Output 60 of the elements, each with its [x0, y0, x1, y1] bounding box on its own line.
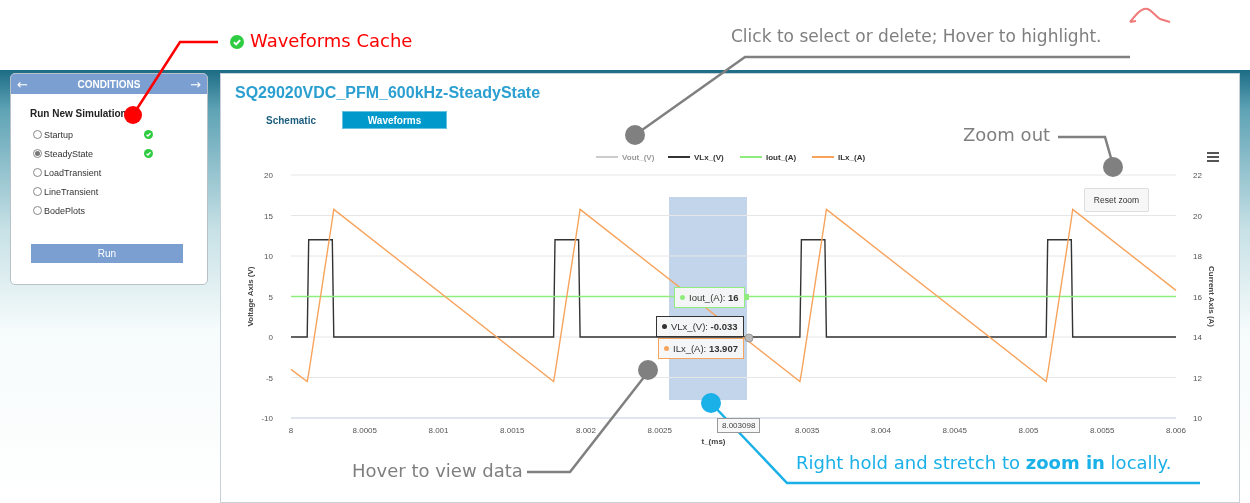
axis-tick-label: 8.005: [1018, 426, 1039, 435]
page-title: SQ29020VDC_PFM_600kHz-SteadyState: [234, 83, 542, 103]
legend-label: ILx_(A): [838, 153, 866, 162]
axis-tick-label: 16: [1193, 292, 1202, 302]
axis-tick-label: 22: [1193, 171, 1202, 180]
radio-option[interactable]: LoadTransient: [33, 167, 102, 178]
axis-tick-label: 8: [288, 426, 294, 435]
legend-item[interactable]: VLx_(V): [667, 153, 724, 162]
menu-icon[interactable]: [1207, 152, 1219, 162]
axis-tick-label: -5: [265, 373, 273, 383]
radio-option[interactable]: SteadyState: [33, 148, 94, 159]
axis-tick-label: 8.0005: [352, 426, 377, 435]
section-heading: Run New Simulation: [30, 108, 128, 119]
axis-tick-label: 8.001: [428, 426, 449, 435]
axis-tick-label: 8.0015: [500, 426, 525, 435]
panel-title: CONDITIONS: [77, 78, 141, 90]
callout-text: Zoom out: [963, 124, 1051, 145]
axis-tick-label: 15: [264, 211, 273, 221]
legend-label: VLx_(V): [694, 153, 725, 162]
axis-tick-label: 20: [264, 171, 273, 180]
axis-tick-label: 10: [1193, 414, 1202, 423]
series-line[interactable]: [290, 239, 1177, 338]
series-line[interactable]: [290, 208, 1177, 383]
legend-item[interactable]: Iout_(A): [739, 153, 797, 162]
x-value-tooltip: 8.003098: [717, 418, 761, 433]
hover-marker: [744, 333, 754, 343]
axis-tick-label: -10: [261, 414, 273, 423]
axis-tick-label: 8.004: [871, 426, 891, 435]
axis-tick-label: 10: [264, 252, 273, 261]
axis-tick-label: 8.0035: [795, 426, 820, 435]
radio-option[interactable]: Startup: [33, 129, 74, 140]
axis-tick-label: 5: [268, 292, 273, 302]
axis-tick-label: 8.002: [576, 426, 596, 435]
callout-text: Click to select or delete; Hover to highlight.: [731, 26, 1102, 46]
axis-tick-label: 0: [268, 333, 273, 342]
callout-text: Waveforms Cache: [250, 30, 413, 51]
tab[interactable]: Schematic: [266, 111, 317, 129]
tooltip-text: ILx_(A): 13.907: [673, 343, 738, 354]
tooltip-text: VLx_(V): -0.033: [671, 321, 738, 332]
reset-zoom-button[interactable]: Reset zoom: [1084, 188, 1149, 212]
axis-tick-label: 8.006: [1166, 426, 1186, 435]
axis-title: Voltage Axis (V): [246, 266, 255, 327]
callout-text: Hover to view data: [352, 460, 523, 481]
radio-option[interactable]: BodePlots: [33, 205, 86, 216]
callout-text: Right hold and stretch to zoom in locally.: [796, 452, 1172, 473]
axis-tick-label: 18: [1193, 252, 1202, 261]
axis-tick-label: 8.0045: [942, 426, 967, 435]
squiggle-icon: [1128, 5, 1172, 23]
radio-option[interactable]: LineTransient: [33, 186, 99, 197]
legend-item[interactable]: ILx_(A): [811, 153, 866, 162]
legend-label: Iout_(A): [766, 153, 797, 162]
check-icon: [230, 35, 244, 49]
axis-tick-label: 20: [1193, 211, 1202, 221]
axis-tick-label: 12: [1193, 373, 1202, 383]
tooltip-text: Iout_(A): 16: [689, 292, 739, 303]
axis-tick-label: 8.0025: [647, 426, 672, 435]
axis-title: t_(ms): [701, 437, 726, 446]
axis-title: Current Axis (A): [1207, 266, 1216, 327]
axis-tick-label: 14: [1193, 333, 1202, 342]
axis-tick-label: 8.0055: [1090, 426, 1115, 435]
